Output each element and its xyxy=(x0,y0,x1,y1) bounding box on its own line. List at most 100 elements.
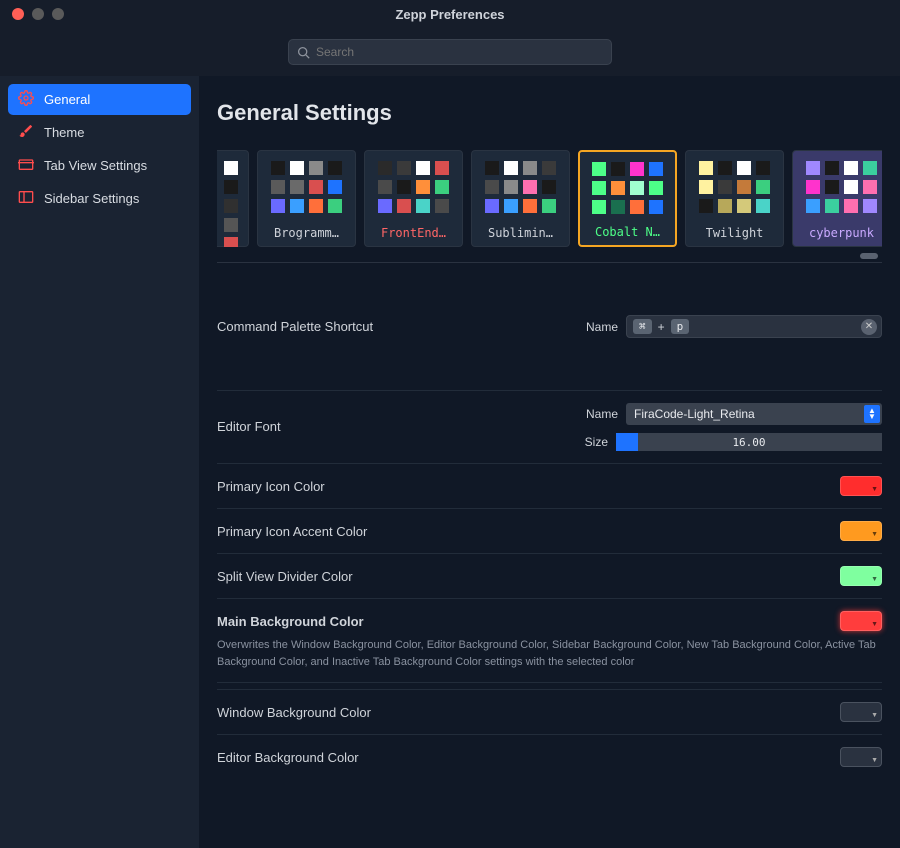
color-well[interactable]: ▼ xyxy=(840,747,882,767)
theme-card[interactable]: cyberpunk xyxy=(792,150,882,247)
swatch xyxy=(592,162,606,176)
swatch xyxy=(718,180,732,194)
swatch xyxy=(224,199,238,213)
setting-label: Split View Divider Color xyxy=(217,569,840,584)
swatch xyxy=(378,161,392,175)
swatch xyxy=(756,180,770,194)
setting-label: Window Background Color xyxy=(217,705,840,720)
color-well[interactable]: ▼ xyxy=(840,611,882,631)
swatch xyxy=(844,161,858,175)
swatch xyxy=(397,180,411,194)
swatch xyxy=(271,199,285,213)
swatch xyxy=(699,199,713,213)
setting-label: Primary Icon Color xyxy=(217,479,840,494)
swatch xyxy=(523,199,537,213)
swatch xyxy=(328,161,342,175)
swatch xyxy=(630,200,644,214)
clear-shortcut-button[interactable]: ✕ xyxy=(861,319,877,335)
swatch xyxy=(844,199,858,213)
swatch xyxy=(649,200,663,214)
theme-card[interactable]: FrontEnd… xyxy=(364,150,463,247)
color-well[interactable]: ▼ xyxy=(840,476,882,496)
swatch xyxy=(504,161,518,175)
theme-name: Sublimin… xyxy=(488,226,553,240)
swatch xyxy=(806,161,820,175)
color-well[interactable]: ▼ xyxy=(840,521,882,541)
shortcut-input[interactable]: ⌘ + p ✕ xyxy=(626,315,882,338)
font-select[interactable]: FiraCode-Light_Retina ▲▼ xyxy=(626,403,882,425)
sidebar-item-tab-view-settings[interactable]: Tab View Settings xyxy=(8,150,191,181)
swatch xyxy=(504,199,518,213)
setting-label: Editor Font xyxy=(217,403,569,434)
swatch xyxy=(649,162,663,176)
setting-description: Overwrites the Window Background Color, … xyxy=(217,637,882,683)
swatch xyxy=(224,180,238,194)
swatch xyxy=(416,199,430,213)
swatch xyxy=(485,161,499,175)
page-title: General Settings xyxy=(217,100,882,126)
sidebar-item-label: Tab View Settings xyxy=(44,158,147,173)
theme-card[interactable]: Brogramm… xyxy=(257,150,356,247)
swatch xyxy=(416,161,430,175)
swatch xyxy=(485,199,499,213)
theme-card[interactable]: er xyxy=(217,150,249,247)
tabs-icon xyxy=(18,156,34,175)
setting-label: Command Palette Shortcut xyxy=(217,319,586,334)
color-setting-row: Editor Background Color▼ xyxy=(217,734,882,779)
sidebar-item-sidebar-settings[interactable]: Sidebar Settings xyxy=(8,183,191,214)
theme-picker: erBrogramm…FrontEnd… Sublimin… Cobalt N…Tw… xyxy=(217,150,882,247)
color-well[interactable]: ▼ xyxy=(840,702,882,722)
swatch xyxy=(611,181,625,195)
swatch xyxy=(290,161,304,175)
theme-scrollbar[interactable] xyxy=(217,251,882,263)
color-setting-row: Primary Icon Accent Color▼ xyxy=(217,508,882,553)
swatch xyxy=(699,180,713,194)
swatch xyxy=(863,199,877,213)
color-well[interactable]: ▼ xyxy=(840,566,882,586)
swatch xyxy=(523,161,537,175)
font-size-slider[interactable]: 16.00 xyxy=(616,433,882,451)
swatch xyxy=(542,180,556,194)
font-size-value: 16.00 xyxy=(732,436,765,449)
theme-card[interactable]: Sublimin… xyxy=(471,150,570,247)
swatch xyxy=(397,161,411,175)
font-name: FiraCode-Light_Retina xyxy=(634,407,755,421)
setting-label: Primary Icon Accent Color xyxy=(217,524,840,539)
sidebar-icon xyxy=(18,189,34,208)
swatch xyxy=(806,180,820,194)
theme-card[interactable]: Twilight xyxy=(685,150,784,247)
content-area: General Settings erBrogramm…FrontEnd… Sub… xyxy=(199,76,900,848)
swatch xyxy=(863,180,877,194)
swatch xyxy=(328,180,342,194)
swatch xyxy=(542,161,556,175)
setting-label: Main Background Color xyxy=(217,614,840,629)
chevron-down-icon: ▼ xyxy=(871,576,878,583)
swatch xyxy=(630,162,644,176)
swatch xyxy=(290,199,304,213)
swatch xyxy=(756,161,770,175)
chevron-down-icon: ▼ xyxy=(871,486,878,493)
sidebar-item-general[interactable]: General xyxy=(8,84,191,115)
swatch xyxy=(309,199,323,213)
swatch xyxy=(718,161,732,175)
swatch xyxy=(630,181,644,195)
plus-icon: + xyxy=(658,320,665,334)
swatch xyxy=(699,161,713,175)
key-char: p xyxy=(671,319,690,334)
sidebar-item-theme[interactable]: Theme xyxy=(8,117,191,148)
theme-card[interactable]: Cobalt N… xyxy=(578,150,677,247)
swatch xyxy=(825,199,839,213)
chevron-down-icon: ▼ xyxy=(871,621,878,628)
swatch xyxy=(756,199,770,213)
swatch xyxy=(611,162,625,176)
swatch xyxy=(844,180,858,194)
swatch xyxy=(592,200,606,214)
sidebar-item-label: Theme xyxy=(44,125,84,140)
color-setting-row: Window Background Color▼ xyxy=(217,689,882,734)
search-field[interactable] xyxy=(288,39,612,65)
swatch xyxy=(271,161,285,175)
search-icon xyxy=(297,46,310,59)
swatch xyxy=(542,199,556,213)
search-input[interactable] xyxy=(316,45,603,59)
sidebar-item-label: General xyxy=(44,92,90,107)
